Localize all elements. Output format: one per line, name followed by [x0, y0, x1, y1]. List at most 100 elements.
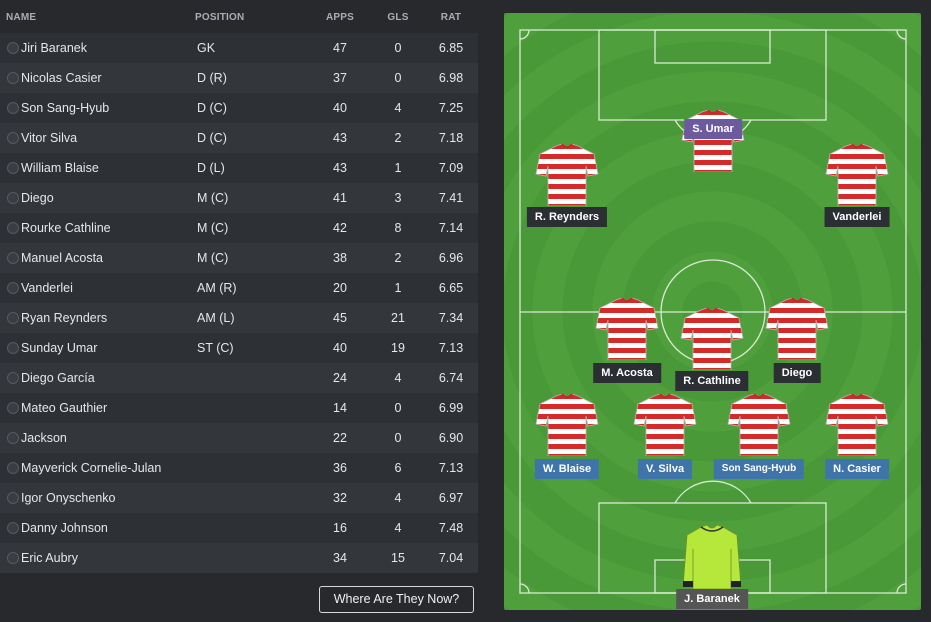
row-select-radio[interactable] — [7, 162, 19, 174]
player-name-label[interactable]: S. Umar — [684, 119, 742, 139]
player-rating: 6.90 — [438, 431, 464, 445]
table-row[interactable]: Eric Aubry 34 15 7.04 — [0, 543, 478, 573]
player-shirt-icon[interactable] — [824, 393, 890, 461]
column-header-position[interactable]: POSITION — [195, 12, 244, 23]
player-position: M (C) — [197, 251, 229, 265]
player-rating: 7.13 — [438, 461, 464, 475]
player-position: D (C) — [197, 131, 227, 145]
player-goals: 15 — [391, 551, 405, 565]
row-select-radio[interactable] — [7, 222, 19, 234]
player-name-label[interactable]: V. Silva — [637, 459, 693, 479]
table-row[interactable]: Mateo Gauthier 14 0 6.99 — [0, 393, 478, 423]
row-select-radio[interactable] — [7, 72, 19, 84]
player-name: Diego — [21, 191, 54, 205]
player-goals: 1 — [394, 281, 402, 295]
column-header-gls[interactable]: GLS — [368, 12, 428, 23]
table-row[interactable]: William Blaise D (L) 43 1 7.09 — [0, 153, 478, 183]
player-goals: 4 — [394, 491, 402, 505]
player-name-label[interactable]: R. Cathline — [675, 371, 749, 391]
player-rating: 6.99 — [438, 401, 464, 415]
player-rating: 7.18 — [438, 131, 464, 145]
row-select-radio[interactable] — [7, 492, 19, 504]
row-select-radio[interactable] — [7, 282, 19, 294]
player-shirt-icon[interactable] — [764, 297, 830, 365]
player-position: D (L) — [197, 161, 225, 175]
player-name: Eric Aubry — [21, 551, 78, 565]
player-position: D (C) — [197, 101, 227, 115]
player-rating: 7.25 — [438, 101, 464, 115]
goalkeeper-shirt-icon[interactable] — [679, 524, 745, 596]
column-header-name[interactable]: NAME — [6, 12, 36, 23]
formation-pitch: S. Umar R. Reynders Vanderlei M. Acosta R. C… — [504, 13, 921, 610]
player-shirt-icon[interactable] — [534, 143, 600, 211]
player-name-label[interactable]: Vanderlei — [824, 207, 890, 227]
table-row[interactable]: Diego García 24 4 6.74 — [0, 363, 478, 393]
table-row[interactable]: Rourke Cathline M (C) 42 8 7.14 — [0, 213, 478, 243]
column-header-rat[interactable]: RAT — [421, 12, 481, 23]
player-name-label[interactable]: Diego — [773, 363, 821, 383]
table-row[interactable]: Jiri Baranek GK 47 0 6.85 — [0, 33, 478, 63]
player-name-label[interactable]: Son Sang-Hyub — [713, 459, 805, 479]
table-row[interactable]: Danny Johnson 16 4 7.48 — [0, 513, 478, 543]
player-goals: 4 — [394, 371, 402, 385]
player-rating: 6.74 — [438, 371, 464, 385]
row-select-radio[interactable] — [7, 432, 19, 444]
player-name: Manuel Acosta — [21, 251, 103, 265]
player-shirt-icon[interactable] — [534, 393, 600, 461]
player-name: Danny Johnson — [21, 521, 108, 535]
player-name: William Blaise — [21, 161, 99, 175]
table-row[interactable]: Igor Onyschenko 32 4 6.97 — [0, 483, 478, 513]
table-row[interactable]: Manuel Acosta M (C) 38 2 6.96 — [0, 243, 478, 273]
player-goals: 3 — [394, 191, 402, 205]
player-goals: 0 — [394, 41, 402, 55]
row-select-radio[interactable] — [7, 102, 19, 114]
player-shirt-icon[interactable] — [679, 307, 745, 375]
row-select-radio[interactable] — [7, 312, 19, 324]
table-row[interactable]: Ryan Reynders AM (L) 45 21 7.34 — [0, 303, 478, 333]
player-name: Mateo Gauthier — [21, 401, 108, 415]
table-row[interactable]: Sunday Umar ST (C) 40 19 7.13 — [0, 333, 478, 363]
table-row[interactable]: Vitor Silva D (C) 43 2 7.18 — [0, 123, 478, 153]
player-name: Jackson — [21, 431, 67, 445]
player-name-label[interactable]: N. Casier — [825, 459, 889, 479]
table-row[interactable]: Vanderlei AM (R) 20 1 6.65 — [0, 273, 478, 303]
table-row[interactable]: Jackson 22 0 6.90 — [0, 423, 478, 453]
row-select-radio[interactable] — [7, 522, 19, 534]
player-goals: 2 — [394, 131, 402, 145]
player-goals: 19 — [391, 341, 405, 355]
row-select-radio[interactable] — [7, 552, 19, 564]
row-select-radio[interactable] — [7, 372, 19, 384]
player-name-label[interactable]: R. Reynders — [526, 207, 608, 227]
player-name-label[interactable]: J. Baranek — [676, 589, 748, 609]
player-shirt-icon[interactable] — [726, 393, 792, 461]
player-name: Sunday Umar — [21, 341, 98, 355]
player-rating: 7.48 — [438, 521, 464, 535]
player-rating: 6.97 — [438, 491, 464, 505]
player-goals: 0 — [394, 71, 402, 85]
row-select-radio[interactable] — [7, 252, 19, 264]
where-are-they-now-button[interactable]: Where Are They Now? — [319, 586, 474, 613]
table-row[interactable]: Nicolas Casier D (R) 37 0 6.98 — [0, 63, 478, 93]
table-row[interactable]: Diego M (C) 41 3 7.41 — [0, 183, 478, 213]
row-select-radio[interactable] — [7, 192, 19, 204]
player-position: M (C) — [197, 191, 229, 205]
player-rating: 7.41 — [438, 191, 464, 205]
player-name-label[interactable]: M. Acosta — [593, 363, 661, 383]
player-shirt-icon[interactable] — [594, 297, 660, 365]
row-select-radio[interactable] — [7, 42, 19, 54]
player-name: Rourke Cathline — [21, 221, 111, 235]
player-name-label[interactable]: W. Blaise — [534, 459, 600, 479]
player-goals: 0 — [394, 401, 402, 415]
table-row[interactable]: Son Sang-Hyub D (C) 40 4 7.25 — [0, 93, 478, 123]
player-shirt-icon[interactable] — [824, 143, 890, 211]
table-row[interactable]: Mayverick Cornelie-Julan 36 6 7.13 — [0, 453, 478, 483]
row-select-radio[interactable] — [7, 342, 19, 354]
player-position: D (R) — [197, 71, 227, 85]
player-shirt-icon[interactable] — [632, 393, 698, 461]
player-position: AM (R) — [197, 281, 237, 295]
player-rating: 7.13 — [438, 341, 464, 355]
row-select-radio[interactable] — [7, 462, 19, 474]
row-select-radio[interactable] — [7, 402, 19, 414]
table-body: Jiri Baranek GK 47 0 6.85 Nicolas Casier D (R)… — [0, 33, 478, 573]
row-select-radio[interactable] — [7, 132, 19, 144]
